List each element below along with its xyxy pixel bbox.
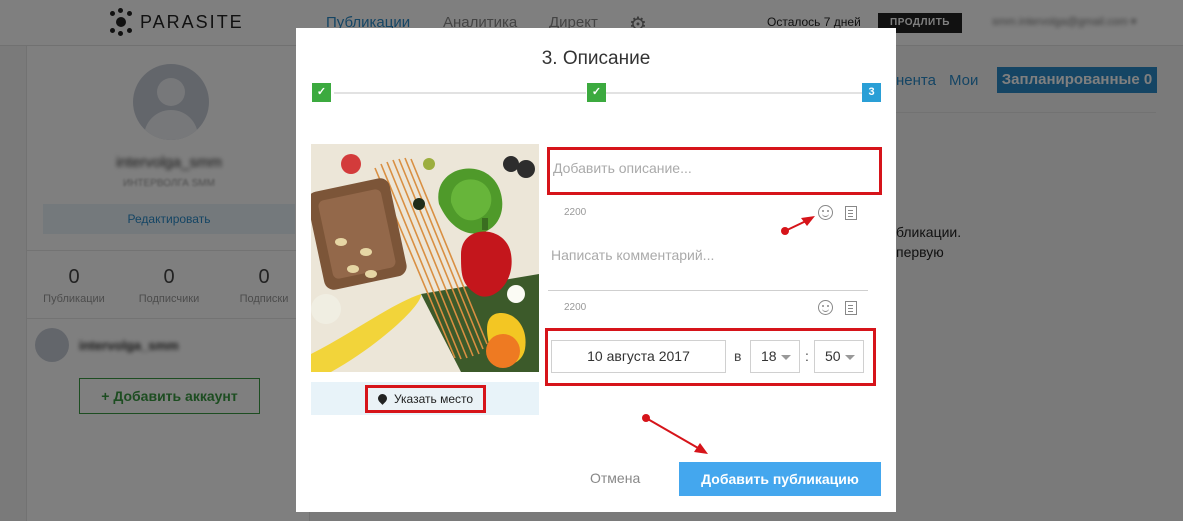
annotation-arrows	[642, 216, 815, 454]
